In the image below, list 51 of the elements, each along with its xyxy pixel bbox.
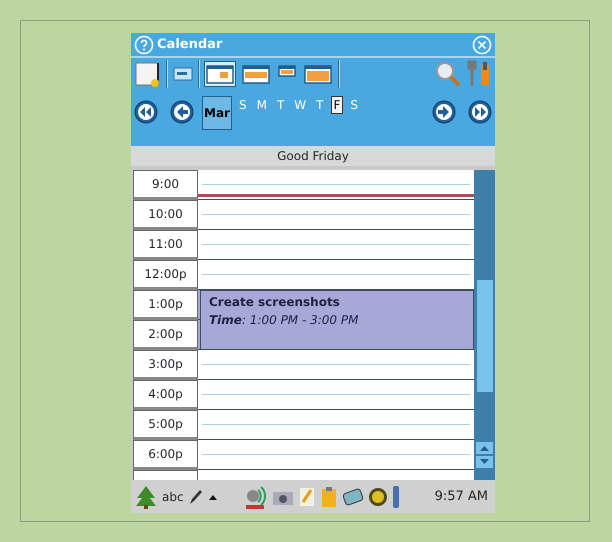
search-icon[interactable] [434, 60, 462, 88]
time-slot[interactable] [198, 230, 474, 260]
time-slot[interactable] [198, 170, 474, 200]
hour-label: 11:00 [133, 230, 198, 260]
time-slot[interactable] [198, 410, 474, 440]
next-month-icon[interactable] [468, 100, 492, 124]
next-day-icon[interactable] [432, 100, 456, 124]
time-slot[interactable] [198, 200, 474, 230]
speaker-icon[interactable] [244, 484, 268, 510]
view-button[interactable] [204, 61, 236, 87]
day-button[interactable]: W [291, 96, 310, 114]
time-slot[interactable] [198, 260, 474, 290]
hour-label: 3:00p [133, 350, 198, 380]
pencil-icon[interactable] [188, 488, 202, 506]
day-button[interactable]: T [313, 96, 327, 114]
time-slot[interactable] [198, 380, 474, 410]
hour-label: 6:00p [133, 440, 198, 470]
day-button[interactable]: T [274, 96, 288, 114]
day-button[interactable]: F [330, 96, 344, 114]
day-header: Good Friday [131, 146, 495, 166]
input-method-label[interactable]: abc [162, 488, 184, 506]
tools-icon[interactable] [466, 60, 492, 88]
hour-label: 1:00p [133, 290, 198, 320]
day-button[interactable]: S [236, 96, 250, 114]
close-icon[interactable] [472, 34, 492, 54]
previous-month-icon[interactable] [134, 100, 158, 124]
event-title: Create screenshots [209, 294, 341, 311]
clock[interactable]: 9:57 AM [434, 486, 492, 506]
day-button[interactable]: M [254, 96, 270, 114]
new-event-icon[interactable] [134, 60, 162, 88]
clipboard-icon[interactable] [320, 486, 338, 508]
previous-day-icon[interactable] [170, 100, 194, 124]
month-button[interactable]: Mar [202, 96, 232, 130]
help-icon[interactable] [134, 34, 154, 54]
time-slot[interactable] [198, 440, 474, 470]
hour-label: 10:00 [133, 200, 198, 230]
tree-icon[interactable] [134, 484, 158, 510]
card-icon[interactable] [172, 65, 194, 83]
hour-label: 4:00p [133, 380, 198, 410]
event-block[interactable]: Create screenshots Time: 1:00 PM - 3:00 PM [200, 290, 474, 350]
time-slot[interactable] [198, 350, 474, 380]
event-time: Time: 1:00 PM - 3:00 PM [209, 312, 360, 329]
hour-label: 5:00p [133, 410, 198, 440]
scrollbar[interactable] [474, 170, 495, 480]
battery-icon[interactable] [392, 484, 400, 508]
window-title: Calendar [157, 36, 222, 54]
globe-icon[interactable] [368, 486, 388, 506]
day-button[interactable]: S [347, 96, 362, 114]
hour-label: 2:00p [133, 320, 198, 350]
hour-label: 12:00p [133, 260, 198, 290]
hour-label: 9:00 [133, 170, 198, 200]
